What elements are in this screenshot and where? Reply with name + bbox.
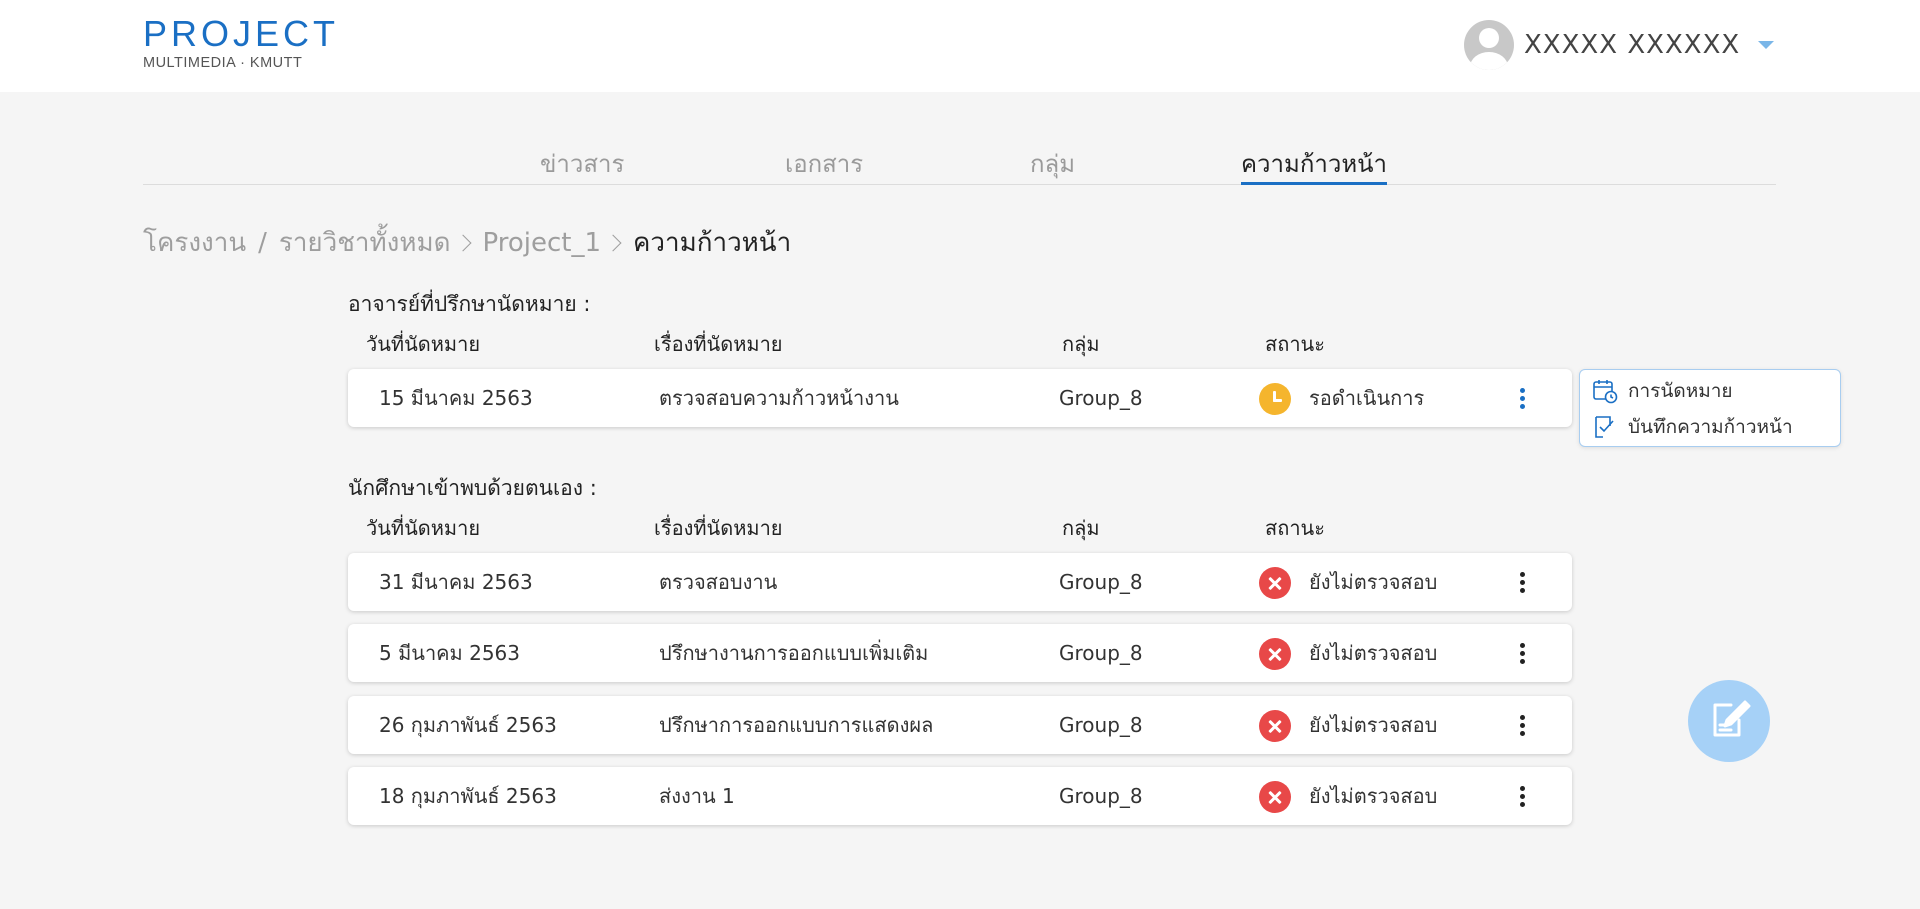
breadcrumb-project[interactable]: Project_1	[483, 228, 602, 258]
menu-item-appointment[interactable]: การนัดหมาย	[1592, 376, 1733, 406]
breadcrumb-root[interactable]: โครงงาน	[143, 222, 246, 263]
column-header-topic: เรื่องที่นัดหมาย	[654, 332, 783, 356]
row-group: Group_8	[1059, 641, 1143, 665]
row-group: Group_8	[1059, 784, 1143, 808]
chevron-right-icon	[604, 234, 622, 251]
menu-item-progress-note[interactable]: บันทึกความก้าวหน้า	[1592, 412, 1793, 442]
row-group: Group_8	[1059, 570, 1143, 594]
row-date: 15 มีนาคม 2563	[379, 386, 533, 410]
chevron-down-icon[interactable]	[1758, 41, 1775, 49]
user-menu[interactable]: XXXXX XXXXXX	[1464, 20, 1775, 70]
tab-group[interactable]: กลุ่ม	[1030, 144, 1075, 185]
row-options-menu: การนัดหมาย บันทึกความก้าวหน้า	[1579, 369, 1841, 447]
top-header: PROJECT MULTIMEDIA · KMUTT XXXXX XXXXXX	[0, 0, 1920, 92]
column-header-date: วันที่นัดหมาย	[366, 332, 481, 356]
row-date: 18 กุมภาพันธ์ 2563	[379, 784, 557, 808]
logo-subtitle: MULTIMEDIA · KMUTT	[143, 55, 303, 71]
table-row[interactable]: 5 มีนาคม 2563 ปรึกษางานการออกแบบเพิ่มเติ…	[348, 624, 1572, 682]
close-circle-icon	[1259, 781, 1291, 813]
project-logo[interactable]: PROJECT MULTIMEDIA · KMUTT	[143, 13, 340, 72]
tab-bar: ข่าวสาร เอกสาร กลุ่ม ความก้าวหน้า	[143, 138, 1776, 185]
row-status: ยังไม่ตรวจสอบ	[1309, 570, 1438, 594]
row-status: รอดำเนินการ	[1309, 386, 1425, 410]
column-header-group: กลุ่ม	[1062, 332, 1100, 356]
edit-note-icon	[1713, 700, 1751, 737]
row-status: ยังไม่ตรวจสอบ	[1309, 784, 1438, 808]
more-options-icon[interactable]	[1508, 562, 1538, 602]
column-header-status: สถานะ	[1265, 516, 1325, 540]
table-row[interactable]: 18 กุมภาพันธ์ 2563 ส่งงาน 1 Group_8 ยังไ…	[348, 767, 1572, 825]
row-status: ยังไม่ตรวจสอบ	[1309, 713, 1438, 737]
row-status: ยังไม่ตรวจสอบ	[1309, 641, 1438, 665]
more-options-icon[interactable]	[1508, 776, 1538, 816]
row-topic: ตรวจสอบงาน	[659, 570, 778, 594]
clock-icon	[1259, 383, 1291, 415]
row-date: 31 มีนาคม 2563	[379, 570, 533, 594]
row-group: Group_8	[1059, 713, 1143, 737]
tab-news[interactable]: ข่าวสาร	[540, 144, 624, 185]
breadcrumb-all-courses[interactable]: รายวิชาทั้งหมด	[279, 222, 451, 263]
close-circle-icon	[1259, 710, 1291, 742]
menu-item-label: การนัดหมาย	[1628, 380, 1733, 402]
column-header-status: สถานะ	[1265, 332, 1325, 356]
row-date: 5 มีนาคม 2563	[379, 641, 520, 665]
more-options-icon[interactable]	[1508, 378, 1538, 418]
chevron-right-icon	[454, 234, 471, 251]
calendar-clock-icon	[1593, 380, 1618, 404]
student-section-title: นักศึกษาเข้าพบด้วยตนเอง :	[348, 476, 597, 500]
row-group: Group_8	[1059, 386, 1143, 410]
logo-title: PROJECT	[143, 13, 340, 54]
breadcrumb-current: ความก้าวหน้า	[633, 228, 792, 258]
add-note-button[interactable]	[1688, 680, 1770, 762]
table-row[interactable]: 31 มีนาคม 2563 ตรวจสอบงาน Group_8 ยังไม่…	[348, 553, 1572, 611]
column-header-date: วันที่นัดหมาย	[366, 516, 481, 540]
row-topic: ตรวจสอบความก้าวหน้างาน	[659, 386, 899, 410]
column-header-group: กลุ่ม	[1062, 516, 1100, 540]
row-topic: ปรึกษาการออกแบบการแสดงผล	[659, 713, 934, 737]
menu-item-label: บันทึกความก้าวหน้า	[1628, 416, 1793, 438]
row-date: 26 กุมภาพันธ์ 2563	[379, 713, 557, 737]
advisor-section-title: อาจารย์ที่ปรึกษานัดหมาย :	[348, 292, 591, 316]
checklist-icon	[1595, 416, 1614, 438]
table-row[interactable]: 15 มีนาคม 2563 ตรวจสอบความก้าวหน้างาน Gr…	[348, 369, 1572, 427]
avatar[interactable]	[1464, 20, 1514, 70]
tab-documents[interactable]: เอกสาร	[785, 144, 863, 185]
user-name[interactable]: XXXXX XXXXXX	[1524, 30, 1740, 60]
tab-progress[interactable]: ความก้าวหน้า	[1241, 144, 1388, 185]
breadcrumb-slash: /	[258, 227, 267, 258]
column-header-topic: เรื่องที่นัดหมาย	[654, 516, 783, 540]
more-options-icon[interactable]	[1508, 705, 1538, 745]
table-row[interactable]: 26 กุมภาพันธ์ 2563 ปรึกษาการออกแบบการแสด…	[348, 696, 1572, 754]
breadcrumb: โครงงาน / รายวิชาทั้งหมด Project_1 ความก…	[143, 222, 791, 263]
close-circle-icon	[1259, 638, 1291, 670]
row-topic: ส่งงาน 1	[659, 784, 735, 808]
close-circle-icon	[1259, 567, 1291, 599]
row-topic: ปรึกษางานการออกแบบเพิ่มเติม	[659, 641, 929, 665]
more-options-icon[interactable]	[1508, 633, 1538, 673]
